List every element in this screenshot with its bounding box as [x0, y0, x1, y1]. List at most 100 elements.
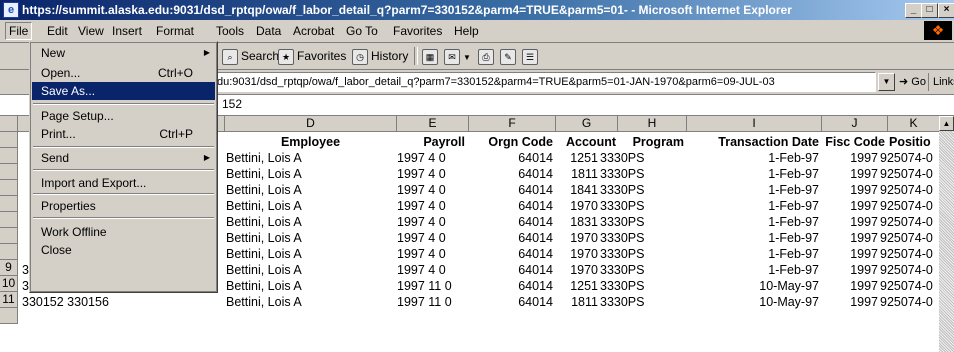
cell-employee[interactable]: Bettini, Lois A [226, 294, 396, 310]
file-menu-item-page-setup[interactable]: Page Setup... [32, 107, 215, 125]
column-header-j[interactable]: J [822, 116, 888, 132]
column-header-k[interactable]: K [888, 116, 940, 132]
cell-orgn[interactable]: 64014 [469, 150, 553, 166]
row-header[interactable] [0, 196, 18, 212]
cell-payroll[interactable]: 1997 4 0 [397, 246, 467, 262]
cell-payroll[interactable]: 1997 4 0 [397, 262, 467, 278]
cell-account[interactable]: 1970 [556, 198, 598, 214]
cell-program[interactable]: 3330PS [600, 294, 686, 310]
row-header[interactable] [0, 164, 18, 180]
cell-employee[interactable]: Bettini, Lois A [226, 214, 396, 230]
cell-account[interactable]: 1970 [556, 262, 598, 278]
row-header[interactable] [0, 212, 18, 228]
cell-employee[interactable]: Bettini, Lois A [226, 262, 396, 278]
menu-data[interactable]: Data [253, 23, 284, 39]
mail-button[interactable]: ✉ ▼ [444, 48, 471, 66]
row-header[interactable]: 10 [0, 276, 18, 292]
edit-button[interactable]: ✎ [500, 48, 519, 65]
column-header-h[interactable]: H [618, 116, 687, 132]
file-menu-item-import-and-export[interactable]: Import and Export... [32, 174, 215, 192]
links-button[interactable]: Links [928, 73, 954, 91]
vertical-scrollbar[interactable] [939, 131, 954, 352]
menu-tools[interactable]: Tools [213, 23, 247, 39]
cell-orgn[interactable]: 64014 [469, 294, 553, 310]
column-header-f[interactable]: F [469, 116, 556, 132]
cell-date[interactable]: 1-Feb-97 [687, 166, 819, 182]
cell-pos[interactable]: 925074-0 [880, 278, 939, 294]
cell-program[interactable]: 3330PS [600, 182, 686, 198]
cell-employee[interactable]: Bettini, Lois A [226, 230, 396, 246]
cell-date[interactable]: 1-Feb-97 [687, 182, 819, 198]
file-menu-item-send[interactable]: Send ▶ [32, 149, 215, 167]
cell-program[interactable]: 3330PS [600, 166, 686, 182]
cell-account[interactable]: 1251 [556, 278, 598, 294]
cell-program[interactable]: 3330PS [600, 278, 686, 294]
cell-orgn[interactable]: 64014 [469, 182, 553, 198]
search-button[interactable]: ⌕ Search [222, 48, 279, 65]
cell-fisc[interactable]: 1997 [822, 150, 878, 166]
cell-pos[interactable]: 925074-0 [880, 262, 939, 278]
cell-date[interactable]: 1-Feb-97 [687, 214, 819, 230]
scroll-up-icon[interactable]: ▲ [939, 116, 954, 131]
minimize-button[interactable]: _ [905, 3, 922, 18]
cell-employee[interactable]: Bettini, Lois A [226, 246, 396, 262]
row-header[interactable]: 9 [0, 260, 18, 276]
cell-pos[interactable]: 925074-0 [880, 150, 939, 166]
cell-orgn[interactable]: 64014 [469, 214, 553, 230]
cell-payroll[interactable]: 1997 4 0 [397, 150, 467, 166]
discuss-button[interactable]: ☰ [522, 48, 541, 65]
column-header-g[interactable]: G [556, 116, 618, 132]
cell-pos[interactable]: 925074-0 [880, 294, 939, 310]
cell-account[interactable]: 1841 [556, 182, 598, 198]
cell-pos[interactable]: 925074-0 [880, 182, 939, 198]
cell-program[interactable]: 3330PS [600, 246, 686, 262]
cell-fisc[interactable]: 1997 [822, 262, 878, 278]
cell-account[interactable]: 1831 [556, 214, 598, 230]
go-button[interactable]: ➜ Go [899, 73, 926, 91]
cell-payroll[interactable]: 1997 4 0 [397, 198, 467, 214]
cell-fisc[interactable]: 1997 [822, 294, 878, 310]
cell-orgn[interactable]: 64014 [469, 262, 553, 278]
cell-orgn[interactable]: 64014 [469, 230, 553, 246]
cell-employee[interactable]: Bettini, Lois A [226, 198, 396, 214]
cell-orgn[interactable]: 64014 [469, 166, 553, 182]
file-menu-item-print[interactable]: Print... Ctrl+P [32, 125, 215, 143]
cell-account[interactable]: 1811 [556, 294, 598, 310]
cell-pos[interactable]: 925074-0 [880, 246, 939, 262]
cell-fisc[interactable]: 1997 [822, 182, 878, 198]
cell-payroll[interactable]: 1997 11 0 [397, 278, 467, 294]
cell-date[interactable]: 10-May-97 [687, 278, 819, 294]
history-button[interactable]: ◷ History [352, 48, 408, 65]
favorites-button[interactable]: ★ Favorites [278, 48, 346, 65]
file-menu-item-save-as[interactable]: Save As... [32, 82, 215, 100]
cell-fisc[interactable]: 1997 [822, 214, 878, 230]
file-menu-item-open[interactable]: Open... Ctrl+O [32, 64, 215, 82]
cell-fisc[interactable]: 1997 [822, 198, 878, 214]
address-dropdown-icon[interactable]: ▼ [878, 73, 895, 91]
cell-employee[interactable]: Bettini, Lois A [226, 182, 396, 198]
cell-fisc[interactable]: 1997 [822, 230, 878, 246]
menu-acrobat[interactable]: Acrobat [290, 23, 337, 39]
menu-goto[interactable]: Go To [343, 23, 381, 39]
cell-orgn[interactable]: 64014 [469, 246, 553, 262]
cell-program[interactable]: 3330PS [600, 150, 686, 166]
formula-value[interactable]: 152 [222, 97, 242, 111]
row-header[interactable] [0, 244, 18, 260]
cell-date[interactable]: 1-Feb-97 [687, 246, 819, 262]
cell-payroll[interactable]: 1997 4 0 [397, 182, 467, 198]
cell-date[interactable]: 10-May-97 [687, 294, 819, 310]
cell-date[interactable]: 1-Feb-97 [687, 230, 819, 246]
address-input[interactable]: du:9031/dsd_rptqp/owa/f_labor_detail_q?p… [214, 72, 876, 92]
cell-program[interactable]: 3330PS [600, 198, 686, 214]
cell-payroll[interactable]: 1997 4 0 [397, 214, 467, 230]
menu-format[interactable]: Format [153, 23, 197, 39]
menu-file[interactable]: File [5, 22, 33, 40]
row-header[interactable] [0, 228, 18, 244]
maximize-button[interactable]: □ [921, 3, 938, 18]
cell-orgn[interactable]: 64014 [469, 278, 553, 294]
cell-employee[interactable]: Bettini, Lois A [226, 150, 396, 166]
print-button[interactable]: ⎙ [478, 48, 497, 65]
file-menu-item-properties[interactable]: Properties [32, 197, 215, 215]
row-header[interactable] [0, 180, 18, 196]
file-menu-item-close[interactable]: Close [32, 241, 215, 259]
